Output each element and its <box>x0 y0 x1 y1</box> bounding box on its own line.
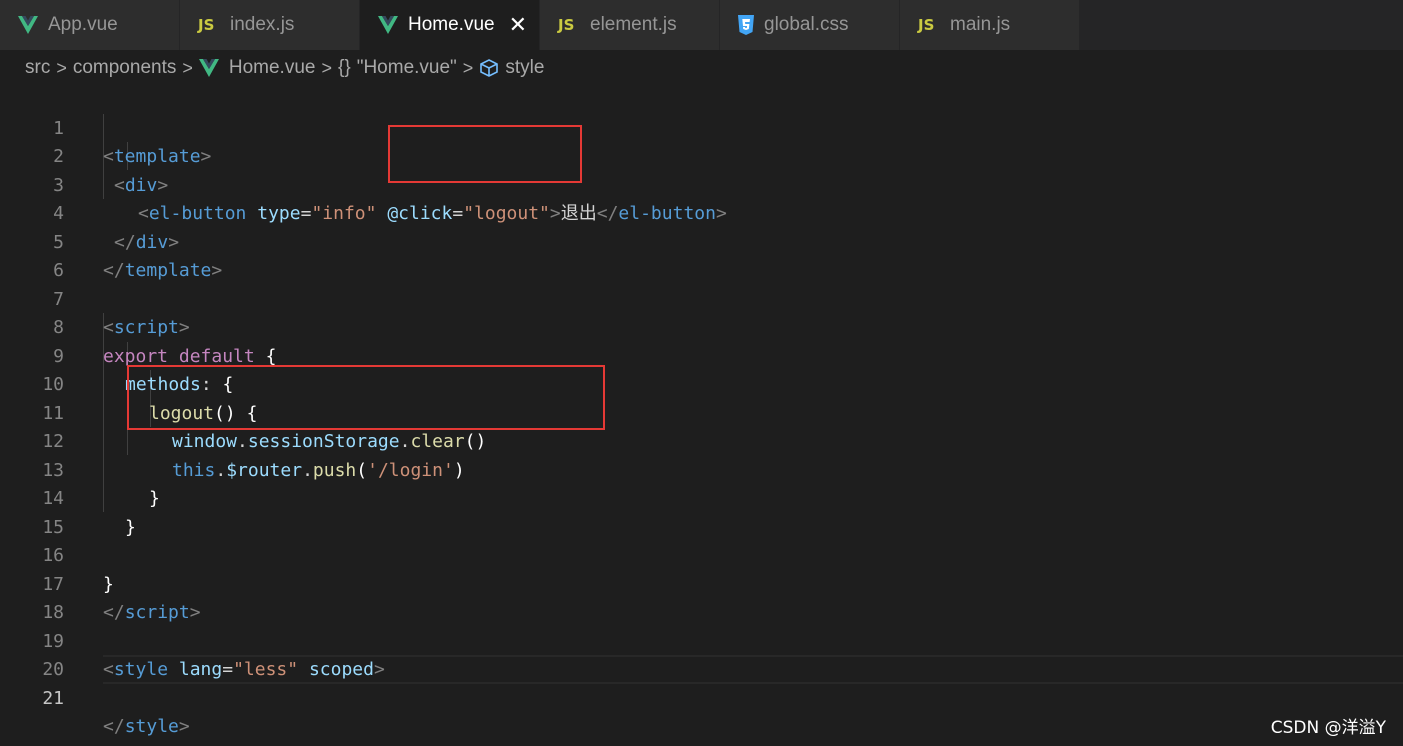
chevron-right-icon: > <box>182 57 193 78</box>
cube-icon <box>480 59 499 77</box>
tab-element-js[interactable]: JS element.js <box>540 0 720 50</box>
watermark: CSDN @洋溢Y <box>1270 718 1386 738</box>
tab-label: index.js <box>230 14 295 35</box>
code-line: 7 <script> <box>0 257 1403 339</box>
chevron-right-icon: > <box>56 57 67 78</box>
breadcrumb-module[interactable]: {} "Home.vue" <box>338 57 457 79</box>
tab-index-js[interactable]: JS index.js <box>180 0 360 50</box>
code-line: 5 </template> <box>0 200 1403 282</box>
code-editor[interactable]: 1 <template> 2 <div> 3 <el-button type="… <box>0 86 1403 738</box>
code-line: 13 } <box>0 428 1403 510</box>
line-number: 21 <box>42 687 64 709</box>
tab-label: main.js <box>950 14 1011 35</box>
js-icon: JS <box>558 16 575 34</box>
tab-label: Home.vue <box>408 14 495 35</box>
code-line: 17 </script> <box>0 542 1403 624</box>
code-line: 15 <box>0 485 1403 538</box>
tab-global-css[interactable]: global.css <box>720 0 900 50</box>
code-line: 3 <el-button type="info" @click="logout"… <box>0 143 1403 225</box>
breadcrumb-components[interactable]: components <box>73 57 177 79</box>
js-icon: JS <box>918 16 935 34</box>
tab-label: App.vue <box>48 14 118 35</box>
breadcrumb-src[interactable]: src <box>25 57 50 79</box>
tab-label: global.css <box>764 14 849 35</box>
editor-tab-bar: App.vue JS index.js Home.vue ✕ JS elemen… <box>0 0 1403 50</box>
code-text: </style> <box>103 716 190 737</box>
breadcrumb: src > components > Home.vue > {} "Home.v… <box>0 50 1403 86</box>
chevron-right-icon: > <box>462 57 474 78</box>
code-line: 16 } <box>0 514 1403 595</box>
code-line: 14 } <box>0 457 1403 538</box>
breadcrumb-section-label: style <box>505 57 545 78</box>
vue-icon <box>378 16 398 34</box>
vue-icon <box>18 16 38 34</box>
vue-icon <box>198 59 219 77</box>
logout-body-highlight-box <box>127 365 605 430</box>
code-line: 18 <box>0 571 1403 623</box>
code-line: 6 <box>0 229 1403 281</box>
code-line: 8 export default { <box>0 286 1403 367</box>
code-line: 20 <box>0 628 1403 680</box>
code-line: 21 </style> <box>0 656 1403 738</box>
css-icon <box>738 15 754 35</box>
tab-home-vue[interactable]: Home.vue ✕ <box>360 0 540 50</box>
code-line: 4 </div> <box>0 172 1403 253</box>
breadcrumb-section[interactable]: style <box>479 57 544 79</box>
click-handler-highlight-box <box>388 125 582 183</box>
breadcrumb-file[interactable]: Home.vue <box>198 57 316 79</box>
close-icon[interactable]: ✕ <box>509 14 527 36</box>
code-line: 19 <style lang="less" scoped> <box>0 599 1403 681</box>
tab-label: element.js <box>590 14 677 35</box>
breadcrumb-module-label: "Home.vue" <box>356 57 457 78</box>
braces-icon: {} <box>338 57 351 78</box>
tab-main-js[interactable]: JS main.js <box>900 0 1080 50</box>
code-line: 1 <template> <box>0 86 1403 168</box>
js-icon: JS <box>198 16 215 34</box>
code-line: 9 methods: { <box>0 314 1403 396</box>
code-line: 2 <div> <box>0 115 1403 196</box>
breadcrumb-file-label: Home.vue <box>228 57 316 78</box>
chevron-right-icon: > <box>321 57 332 78</box>
tab-app-vue[interactable]: App.vue <box>0 0 180 50</box>
